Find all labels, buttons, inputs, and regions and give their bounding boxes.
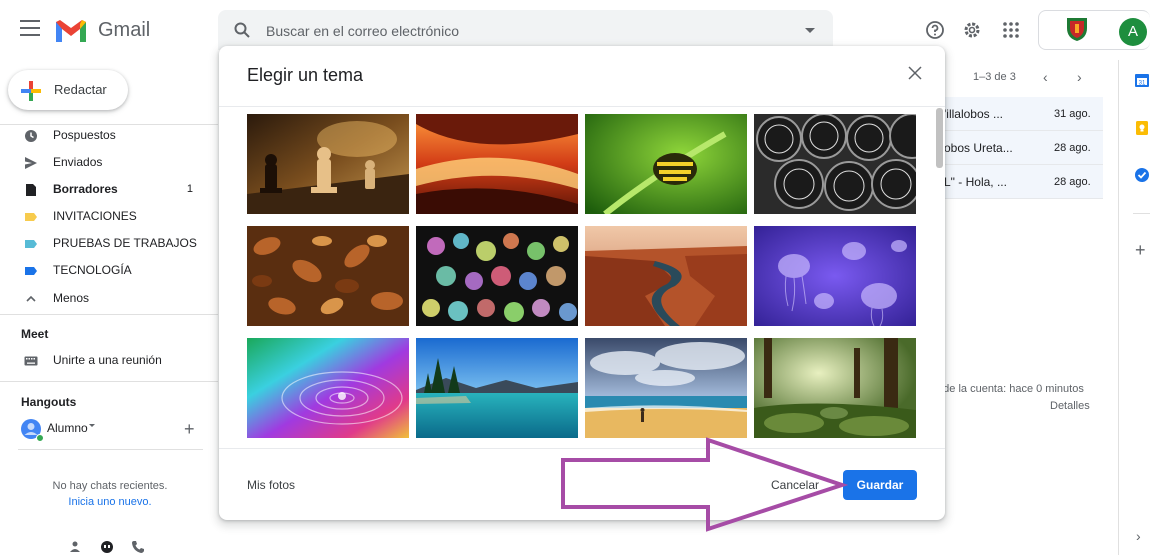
expand-panel-chevron-icon[interactable]: ›	[1136, 528, 1141, 544]
search-options-icon[interactable]	[805, 28, 815, 33]
dialog-title: Elegir un tema	[247, 65, 364, 85]
sidebar-item-label: Menos	[53, 291, 90, 305]
theme-thumbnail-pipes[interactable]	[754, 114, 916, 214]
sidebar-item-sent[interactable]: Enviados	[0, 151, 205, 175]
search-input[interactable]	[266, 20, 766, 42]
sidebar-item-label: INVITACIONES	[53, 209, 137, 223]
theme-thumbnail-caterpillar[interactable]	[585, 114, 747, 214]
sidebar-item-tecnologia[interactable]: TECNOLOGÍA	[0, 259, 205, 283]
hangouts-title: Hangouts	[21, 395, 77, 409]
help-icon[interactable]	[925, 20, 945, 40]
tasks-icon[interactable]	[1134, 167, 1150, 183]
chevron-down-icon[interactable]	[89, 424, 95, 427]
close-icon[interactable]	[907, 65, 923, 81]
join-meeting-label: Unirte a una reunión	[53, 353, 162, 367]
apps-grid-icon[interactable]	[1001, 20, 1021, 40]
theme-thumbnail-chess[interactable]	[247, 114, 409, 214]
theme-thumbnail-canyon-light[interactable]	[416, 114, 578, 214]
prev-page-icon[interactable]: ‹	[1043, 69, 1048, 85]
hangouts-chat-icon[interactable]	[100, 540, 114, 554]
table-row[interactable]: L" - Hola, ... 28 ago.	[930, 165, 1103, 199]
next-page-icon[interactable]: ›	[1077, 69, 1082, 85]
sidebar-item-drafts[interactable]: Borradores 1	[0, 178, 205, 202]
theme-thumbnail-jellyfish[interactable]	[754, 226, 916, 326]
hangouts-user-name[interactable]: Alumno	[47, 421, 88, 435]
add-addon-plus-icon[interactable]: +	[1135, 240, 1146, 261]
meet-title: Meet	[21, 327, 49, 341]
theme-thumbnail-beach[interactable]	[585, 338, 747, 438]
label-icon	[25, 267, 37, 275]
gmail-logo-icon[interactable]	[54, 18, 88, 49]
table-row[interactable]: 'illalobos ... 31 ago.	[930, 97, 1103, 131]
sidebar-item-less[interactable]: Menos	[0, 287, 205, 311]
clock-icon	[25, 130, 37, 142]
sidebar-item-label: PRUEBAS DE TRABAJOS	[53, 236, 197, 250]
search-bar	[218, 10, 833, 50]
draft-count: 1	[186, 183, 193, 195]
start-new-chat-link[interactable]: Inicia uno nuevo.	[30, 494, 190, 510]
no-chats-message: No hay chats recientes. Inicia uno nuevo…	[30, 478, 190, 510]
sidebar-item-label: Borradores	[53, 182, 118, 196]
mail-sender: 'illalobos ...	[944, 107, 1003, 121]
compose-label: Redactar	[54, 82, 107, 97]
draft-icon	[26, 184, 36, 196]
theme-thumbnail-lake-trees[interactable]	[416, 338, 578, 438]
keep-icon[interactable]	[1134, 120, 1150, 136]
no-chats-text: No hay chats recientes.	[52, 480, 168, 492]
send-icon	[25, 157, 37, 169]
calendar-icon[interactable]: 31	[1134, 72, 1150, 88]
gear-icon[interactable]	[962, 20, 982, 40]
svg-text:31: 31	[1139, 81, 1146, 87]
sidebar-item-label: TECNOLOGÍA	[53, 263, 132, 277]
theme-thumbnail-forest[interactable]	[754, 338, 916, 438]
sidebar-item-invitaciones[interactable]: INVITACIONES	[0, 205, 205, 229]
my-photos-button[interactable]: Mis fotos	[247, 478, 295, 492]
user-avatar-icon	[21, 419, 44, 442]
last-activity-text: d de la cuenta: hace 0 minutos	[934, 383, 1084, 395]
theme-thumbnail-autumn-leaves[interactable]	[247, 226, 409, 326]
table-row[interactable]: obos Ureta... 28 ago.	[930, 131, 1103, 165]
plus-icon	[21, 81, 41, 101]
chevron-up-icon	[26, 295, 36, 302]
contacts-icon[interactable]	[69, 540, 81, 554]
phone-icon[interactable]	[131, 540, 145, 554]
dialog-scrollbar[interactable]	[936, 108, 943, 168]
sidebar-item-pruebas[interactable]: PRUEBAS DE TRABAJOS	[0, 232, 205, 256]
organization-shield-icon	[1067, 18, 1087, 41]
mail-date: 28 ago.	[1054, 176, 1091, 188]
keyboard-icon	[24, 356, 38, 366]
main-menu-icon[interactable]	[20, 20, 40, 36]
sidebar-item-label: Enviados	[53, 155, 103, 169]
theme-thumbnail-rainbow-water[interactable]	[247, 338, 409, 438]
compose-button[interactable]: Redactar	[8, 70, 128, 110]
mail-date: 28 ago.	[1054, 142, 1091, 154]
avatar[interactable]: A	[1119, 18, 1147, 46]
label-icon	[25, 213, 37, 221]
mail-date: 31 ago.	[1054, 108, 1091, 120]
sidebar-item-snoozed[interactable]: Pospuestos	[0, 124, 205, 148]
mail-sender: L" - Hola, ...	[944, 175, 1007, 189]
join-meeting-item[interactable]: Unirte a una reunión	[0, 349, 205, 373]
theme-thumbnail-canyon-river[interactable]	[585, 226, 747, 326]
save-button[interactable]: Guardar	[843, 470, 917, 500]
theme-thumbnail-bokeh-lights[interactable]	[416, 226, 578, 326]
search-icon[interactable]	[234, 22, 250, 38]
mail-sender: obos Ureta...	[944, 141, 1013, 155]
label-icon	[25, 240, 37, 248]
pagination-text: 1–3 de 3	[973, 71, 1016, 83]
annotation-arrow-icon	[561, 437, 849, 532]
app-name: Gmail	[98, 19, 151, 41]
details-link[interactable]: Detalles	[1050, 400, 1090, 412]
new-chat-plus-icon[interactable]: +	[184, 419, 195, 440]
sidebar-item-label: Pospuestos	[53, 128, 116, 142]
